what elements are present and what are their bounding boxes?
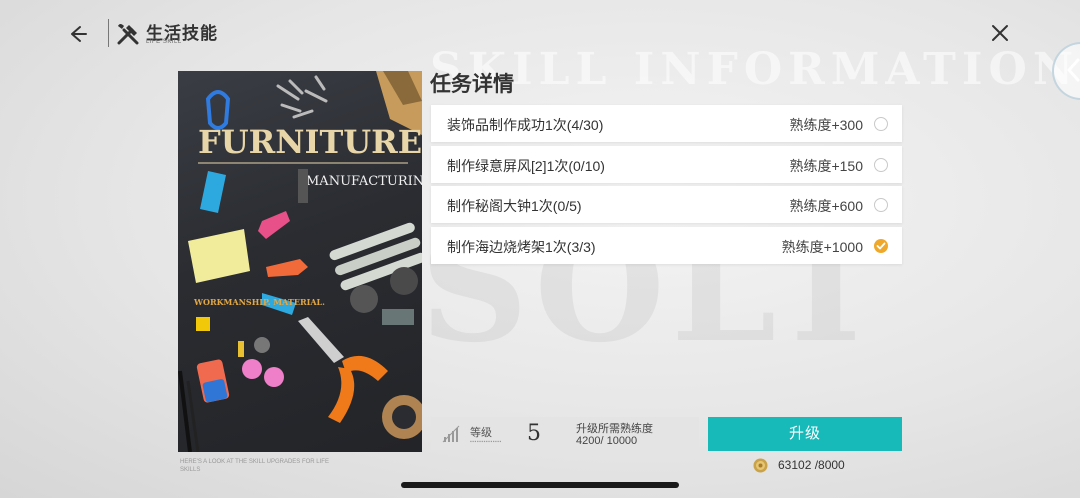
- task-row[interactable]: 制作海边烧烤架1次(3/3) 熟练度+1000: [431, 227, 902, 264]
- coin-icon: [753, 458, 768, 473]
- task-reward: 熟练度+1000: [781, 239, 863, 255]
- task-row[interactable]: 装饰品制作成功1次(4/30) 熟练度+300: [431, 105, 902, 142]
- back-arrow-icon[interactable]: [64, 20, 92, 48]
- tools-icon: [117, 24, 139, 45]
- task-name: 制作海边烧烤架1次(3/3): [447, 239, 596, 255]
- poster-caption: HERE'S A LOOK AT THE SKILL UPGRADES FOR …: [180, 459, 329, 473]
- task-reward: 熟练度+150: [789, 158, 863, 174]
- level-panel: 等级 ▪▪▪▪▪▪▪▪▪▪▪▪▪▪ 5 升级所需熟练度 4200/ 10000: [431, 417, 699, 450]
- task-details-title: 任务详情: [430, 71, 514, 96]
- task-row[interactable]: 制作秘阁大钟1次(0/5) 熟练度+600: [431, 186, 902, 223]
- task-status-radio: [874, 198, 888, 212]
- level-decoration: ▪▪▪▪▪▪▪▪▪▪▪▪▪▪: [470, 439, 502, 445]
- requirement-label: 升级所需熟练度: [576, 423, 653, 435]
- checkmark-icon: [874, 239, 888, 253]
- poster-tag: WORKMANSHIP. MATERIAL.: [193, 297, 325, 307]
- task-name: 制作绿意屏风[2]1次(0/10): [447, 158, 605, 174]
- chevron-left-icon[interactable]: [1064, 56, 1080, 84]
- level-chart-icon: [442, 425, 460, 443]
- task-name: 制作秘阁大钟1次(0/5): [447, 198, 582, 214]
- page-subtitle: LIFE SKILL: [146, 39, 182, 45]
- home-indicator[interactable]: [401, 482, 679, 488]
- task-status-radio: [874, 158, 888, 172]
- level-value: 5: [527, 421, 541, 446]
- requirement-value: 4200/ 10000: [576, 435, 638, 447]
- task-status-radio: [874, 117, 888, 131]
- upgrade-button[interactable]: 升级: [708, 417, 902, 451]
- poster-headline: FURNITURE: [198, 123, 422, 161]
- close-icon[interactable]: [986, 19, 1014, 47]
- header-divider: [108, 19, 109, 47]
- poster-subhead: MANUFACTURING: [306, 174, 422, 189]
- task-row[interactable]: 制作绿意屏风[2]1次(0/10) 熟练度+150: [431, 146, 902, 183]
- poster-illustration: FURNITURE MANUFACTURING WORKMANSHIP. MAT…: [178, 71, 422, 452]
- task-name: 装饰品制作成功1次(4/30): [447, 117, 604, 133]
- task-reward: 熟练度+300: [789, 117, 863, 133]
- skill-poster-image: FURNITURE MANUFACTURING WORKMANSHIP. MAT…: [178, 71, 422, 452]
- coin-balance: 63102 /8000: [778, 458, 845, 472]
- level-label: 等级: [470, 427, 492, 439]
- background-watermark-title: SKILL INFORMATION: [430, 44, 1080, 95]
- task-reward: 熟练度+600: [789, 198, 863, 214]
